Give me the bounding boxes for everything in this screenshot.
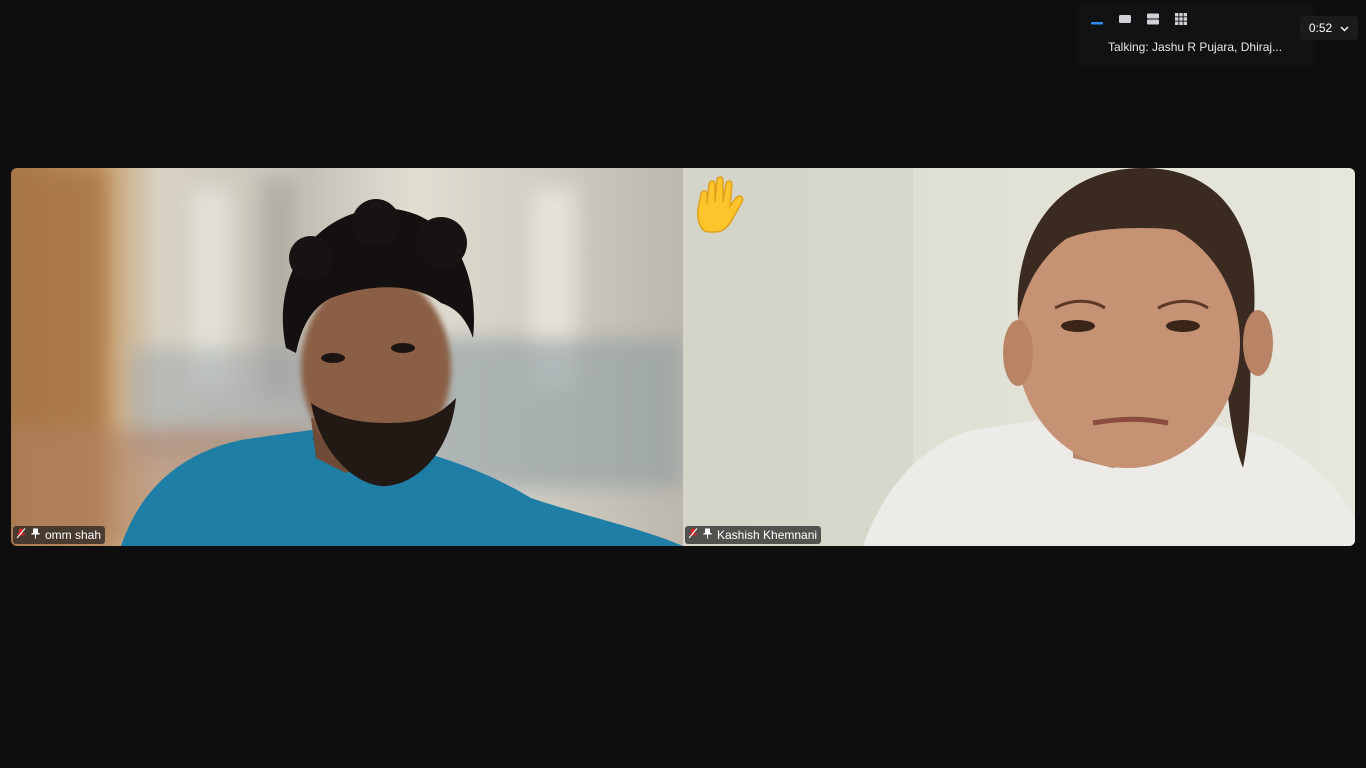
participant-video [683, 168, 1355, 546]
timer-text: 0:52 [1308, 21, 1333, 35]
participant-name: omm shah [45, 528, 102, 542]
video-tile[interactable]: Kashish Khemnani [683, 168, 1355, 546]
split-view-icon[interactable] [1143, 9, 1163, 29]
single-view-icon[interactable] [1115, 9, 1135, 29]
view-switcher [1087, 9, 1191, 29]
participant-name: Kashish Khemnani [717, 528, 818, 542]
video-tile[interactable]: omm shah [11, 168, 683, 546]
gallery-view-icon[interactable] [1171, 9, 1191, 29]
muted-mic-icon [16, 528, 26, 542]
video-gallery: omm shah Kashish Khemnani [11, 168, 1355, 546]
participant-name-tag: Kashish Khemnani [685, 526, 822, 544]
pin-icon [31, 528, 40, 542]
participant-video [11, 168, 683, 546]
participant-name-tag: omm shah [13, 526, 106, 544]
speaker-view-icon[interactable] [1087, 9, 1107, 29]
pin-icon [703, 528, 712, 542]
talking-indicator: Talking: Jashu R Pujara, Dhiraj... [1108, 40, 1283, 54]
meeting-timer[interactable]: 0:52 [1300, 16, 1358, 40]
muted-mic-icon [688, 528, 698, 542]
chevron-down-icon [1340, 21, 1349, 35]
raised-hand-icon [689, 174, 753, 238]
